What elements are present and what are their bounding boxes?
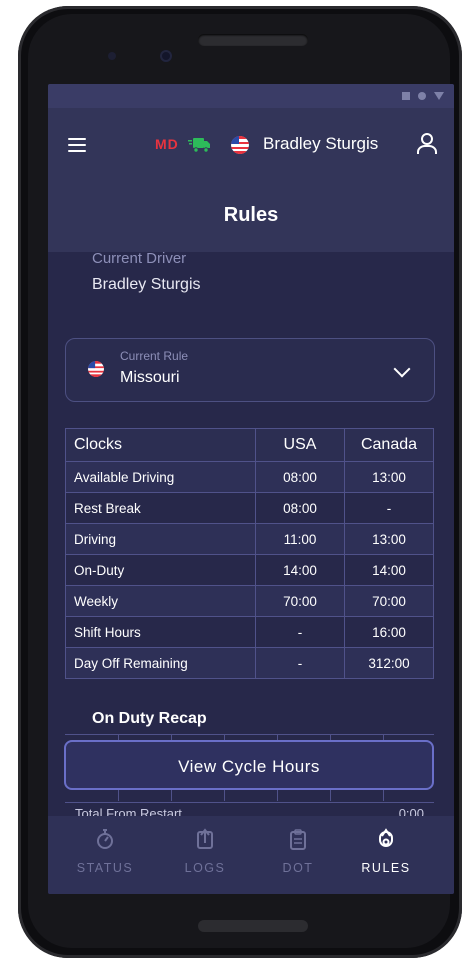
usa-flag-icon	[88, 361, 104, 377]
table-row: Weekly 70:00 70:00	[65, 585, 434, 617]
table-header-row: Clocks USA Canada	[65, 428, 434, 462]
table-cell: Available Driving	[65, 461, 256, 493]
table-cell: -	[344, 492, 434, 524]
battery-icon	[434, 92, 444, 100]
recap-title: On Duty Recap	[92, 710, 207, 727]
sensor-dot	[108, 52, 116, 60]
table-row: On-Duty 14:00 14:00	[65, 554, 434, 586]
header-driver-name: Bradley Sturgis	[263, 134, 379, 153]
table-row: Rest Break 08:00 -	[65, 492, 434, 524]
table-cell: 16:00	[344, 616, 434, 648]
tab-rules[interactable]: RULES	[341, 816, 431, 894]
clocks-table: Clocks USA Canada Available Driving 08:0…	[65, 428, 434, 679]
chevron-down-icon	[393, 360, 411, 378]
bottom-speaker	[198, 920, 308, 932]
table-cell: On-Duty	[65, 554, 256, 586]
hamburger-menu-icon[interactable]	[68, 138, 86, 152]
table-cell: 13:00	[344, 461, 434, 493]
total-from-restart-row: Total From Restart 0:00	[65, 802, 434, 817]
table-row: Day Off Remaining - 312:00	[65, 647, 434, 679]
bottom-tab-bar: STATUS LOGS DOT RULES	[48, 816, 454, 894]
app-header: MD Bradley Sturgis Rules	[48, 108, 454, 252]
signal-icon	[402, 92, 410, 100]
table-row: Available Driving 08:00 13:00	[65, 461, 434, 493]
table-cell: 13:00	[344, 523, 434, 555]
tab-label: RULES	[361, 861, 411, 875]
front-camera	[160, 50, 172, 62]
table-row: Driving 11:00 13:00	[65, 523, 434, 555]
current-rule-label: Current Rule	[120, 349, 189, 363]
view-cycle-hours-button[interactable]: View Cycle Hours	[64, 740, 434, 790]
table-cell: 70:00	[344, 585, 434, 617]
earpiece-speaker	[198, 34, 308, 46]
tab-logs[interactable]: LOGS	[160, 816, 250, 894]
tab-dot[interactable]: DOT	[253, 816, 343, 894]
table-cell: 11:00	[255, 523, 345, 555]
user-profile-icon[interactable]	[416, 132, 438, 156]
table-cell: 08:00	[255, 492, 345, 524]
tab-status[interactable]: STATUS	[60, 816, 150, 894]
stopwatch-icon	[97, 829, 113, 849]
current-driver-value: Bradley Sturgis	[92, 276, 201, 293]
current-rule-value: Missouri	[120, 369, 180, 386]
table-cell: 08:00	[255, 461, 345, 493]
table-cell: 70:00	[255, 585, 345, 617]
current-driver-label: Current Driver	[92, 250, 187, 267]
tab-label: LOGS	[184, 861, 226, 875]
table-cell: -	[255, 616, 345, 648]
upload-document-icon	[197, 828, 213, 849]
app-screen: MD Bradley Sturgis Rules Current Driver …	[48, 84, 454, 894]
table-cell: Day Off Remaining	[65, 647, 256, 679]
tab-label: DOT	[282, 861, 314, 875]
table-cell: Weekly	[65, 585, 256, 617]
truck-icon	[188, 138, 210, 153]
table-cell: Driving	[65, 523, 256, 555]
page-title: Rules	[223, 204, 279, 226]
table-cell: Rest Break	[65, 492, 256, 524]
table-row: Shift Hours - 16:00	[65, 616, 434, 648]
tab-label: STATUS	[76, 861, 134, 875]
table-cell: -	[255, 647, 345, 679]
table-cell: Shift Hours	[65, 616, 256, 648]
column-header: USA	[255, 428, 345, 462]
table-cell: 14:00	[255, 554, 345, 586]
wifi-icon	[418, 92, 426, 100]
current-rule-dropdown[interactable]: Current Rule Missouri	[65, 338, 435, 402]
clipboard-icon	[290, 829, 306, 850]
rules-icon	[379, 828, 393, 847]
system-status-bar	[48, 84, 454, 108]
status-badge: MD	[155, 136, 179, 152]
table-cell: 312:00	[344, 647, 434, 679]
table-cell: 14:00	[344, 554, 434, 586]
column-header: Clocks	[65, 428, 256, 462]
usa-flag-icon	[231, 136, 249, 154]
column-header: Canada	[344, 428, 434, 462]
